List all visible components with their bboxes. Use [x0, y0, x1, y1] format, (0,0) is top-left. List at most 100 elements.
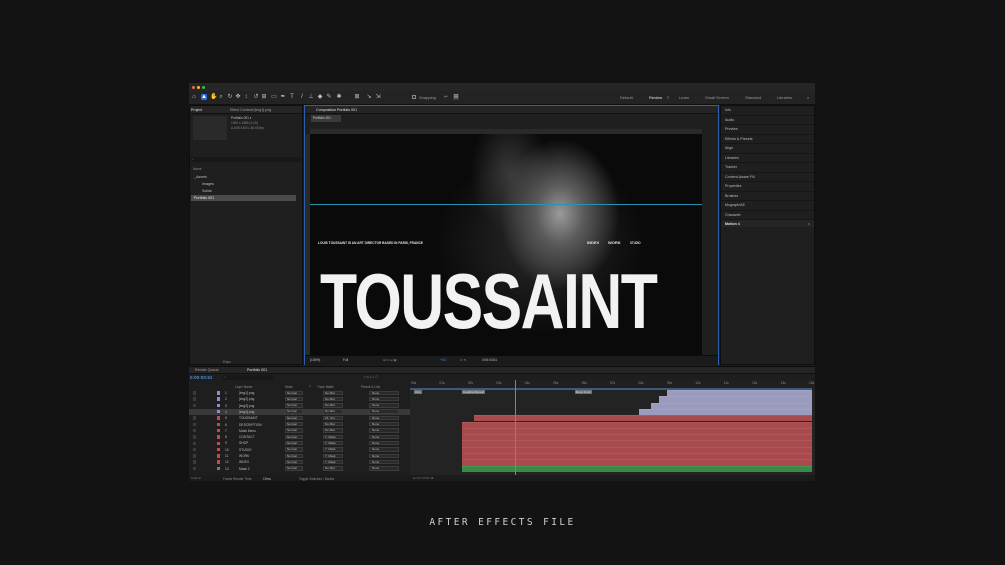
hand-tool-icon[interactable]: ✋ — [210, 94, 217, 100]
panel-motion[interactable]: Motion 4 — [725, 222, 740, 226]
layer-name[interactable]: Mask Menu — [239, 429, 256, 433]
tab-composition[interactable]: Composition Portfolio 001 — [316, 108, 357, 112]
layer-track-matte-select[interactable]: No Mat — [323, 396, 343, 402]
visibility-toggle[interactable] — [193, 466, 197, 471]
viewer-time[interactable]: +0.0 — [440, 358, 446, 362]
playhead[interactable] — [514, 380, 516, 481]
visibility-toggle[interactable] — [193, 391, 197, 395]
layer-name[interactable]: CONTACT — [239, 435, 255, 439]
layer-parent-select[interactable]: None — [369, 422, 399, 427]
viewer-zoom[interactable]: (106%) — [310, 358, 320, 362]
workspace-learn[interactable]: Learn — [679, 95, 689, 100]
table-row[interactable]: 13 Mask 2 Normal No Mat None — [189, 466, 410, 472]
header-parent[interactable]: Parent & Link — [361, 385, 380, 389]
layer-parent-select[interactable]: None — [369, 466, 399, 471]
clone-stamp-tool-icon[interactable]: ⊥ — [308, 94, 314, 100]
panel-brushes[interactable]: Brushes — [725, 194, 738, 198]
layer-name[interactable]: [img2].png — [239, 397, 254, 401]
project-item-solids[interactable]: Solids — [202, 189, 212, 193]
project-col-name[interactable]: Name — [193, 167, 202, 171]
panel-effects-presets[interactable]: Effects & Presets — [725, 137, 753, 141]
label-color[interactable] — [217, 391, 221, 395]
snap-edges-icon[interactable]: ⌐ — [443, 94, 449, 100]
label-color[interactable] — [217, 460, 221, 464]
project-item-assets[interactable]: _Assets — [194, 175, 207, 179]
layer-parent-select[interactable]: None — [369, 428, 399, 433]
viewer-quality[interactable]: Full — [343, 358, 348, 362]
project-item-portfolio[interactable]: Portfolio 001 — [194, 196, 214, 200]
visibility-toggle[interactable] — [193, 410, 197, 414]
layer-track-matte-select[interactable]: No Mat — [323, 422, 343, 427]
axis-tool-icon[interactable]: ↘ — [366, 94, 372, 100]
visibility-toggle[interactable] — [193, 435, 197, 439]
workspace-menu-icon[interactable]: ≡ — [667, 95, 669, 100]
timeline-search-input[interactable] — [223, 375, 273, 380]
orbit-tool-icon[interactable]: ↻ — [227, 94, 233, 100]
layer-parent-select[interactable]: None — [369, 415, 399, 421]
layer-name[interactable]: WORK — [239, 454, 249, 458]
timeline-switches-icons[interactable]: ⌖ ⊞ ◐ ⌂ ▢ — [364, 375, 378, 379]
label-color[interactable] — [217, 466, 221, 471]
layer-track-matte-select[interactable]: 7. Mask — [323, 453, 343, 458]
layer-name[interactable]: [img4].png — [239, 410, 254, 414]
panel-properties[interactable]: Properties — [725, 184, 741, 188]
layer-parent-select[interactable]: None — [369, 440, 399, 446]
layer-parent-select[interactable]: None — [369, 403, 399, 408]
tab-effect-controls[interactable]: Effect Controls [img1].png — [230, 108, 271, 112]
panel-libraries[interactable]: Libraries — [725, 156, 739, 160]
visibility-toggle[interactable] — [193, 422, 197, 427]
layer-mode-select[interactable]: Normal — [285, 409, 303, 414]
panel-audio[interactable]: Audio — [725, 118, 734, 122]
rectangle-tool-icon[interactable]: ▭ — [271, 94, 277, 100]
layer-track-matte-select[interactable]: No Mat — [323, 428, 343, 433]
label-color[interactable] — [217, 447, 221, 452]
label-color[interactable] — [217, 397, 221, 401]
composition-viewer[interactable]: LOUIS TOUSSAINT IS AN ART DIRECTOR BASED… — [310, 134, 702, 356]
layer-track-matte-select[interactable]: 15. Tou — [323, 415, 343, 421]
visibility-toggle[interactable] — [193, 454, 197, 458]
snapping-checkbox[interactable] — [412, 94, 416, 99]
layer-track-matte-select[interactable]: No Mat — [323, 403, 343, 408]
panel-character[interactable]: Character — [725, 213, 741, 217]
label-color[interactable] — [217, 410, 221, 414]
home-icon[interactable]: ⌂ — [191, 94, 197, 100]
layer-track-matte-select[interactable]: 7. Mask — [323, 440, 343, 446]
roto-brush-tool-icon[interactable]: ✎ — [326, 94, 332, 100]
zoom-window-icon[interactable] — [202, 85, 205, 89]
timeline-timecode[interactable]: 0:00:03:51 — [190, 375, 212, 380]
pan-behind-tool-icon[interactable]: ⊞ — [261, 94, 267, 100]
label-color[interactable] — [217, 454, 221, 458]
layer-track-matte-select[interactable]: No Mat — [323, 390, 343, 395]
visibility-toggle[interactable] — [193, 416, 197, 420]
brush-tool-icon[interactable]: / — [299, 94, 305, 100]
workspace-standard[interactable]: Standard — [745, 95, 761, 100]
panel-content-aware-fill[interactable]: Content-Aware Fill — [725, 175, 755, 179]
toggle-switches-modes[interactable]: Toggle Switches / Modes — [299, 477, 334, 481]
rotate-tool-icon[interactable]: ↺ — [253, 94, 259, 100]
layer-parent-select[interactable]: None — [369, 453, 399, 458]
layer-name[interactable]: Mask 2 — [239, 467, 250, 471]
align-tool-icon[interactable]: ⊠ — [354, 94, 360, 100]
panel-preview[interactable]: Preview — [725, 127, 738, 131]
snap-grid-icon[interactable]: ⊞ — [453, 94, 459, 100]
layer-parent-select[interactable]: None — [369, 459, 399, 465]
workspace-review[interactable]: Review — [649, 95, 662, 100]
layer-mode-select[interactable]: Normal — [285, 434, 303, 440]
layer-mode-select[interactable]: Normal — [285, 390, 303, 395]
layer-name[interactable]: SHOP — [239, 441, 248, 445]
panel-info[interactable]: Info — [725, 108, 731, 112]
snapshot-icon[interactable]: ⊙ ⟲ — [460, 358, 466, 362]
layer-mode-select[interactable]: Normal — [285, 403, 303, 408]
close-window-icon[interactable] — [192, 85, 195, 89]
workspace-default[interactable]: Default — [620, 95, 633, 100]
project-bpc[interactable]: 8 bpc — [223, 360, 231, 364]
pen-tool-icon[interactable]: ✒ — [280, 94, 286, 100]
label-color[interactable] — [217, 422, 221, 427]
visibility-toggle[interactable] — [193, 397, 197, 401]
zoom-slider[interactable]: ⊖ ━━○━━━━ ⊕ — [413, 476, 434, 480]
tab-render-queue[interactable]: Render Queue — [195, 368, 219, 372]
label-color[interactable] — [217, 435, 221, 439]
guide-line[interactable] — [310, 204, 702, 205]
layer-parent-select[interactable]: None — [369, 434, 399, 440]
panel-motion-menu-icon[interactable]: ≡ — [808, 222, 810, 226]
